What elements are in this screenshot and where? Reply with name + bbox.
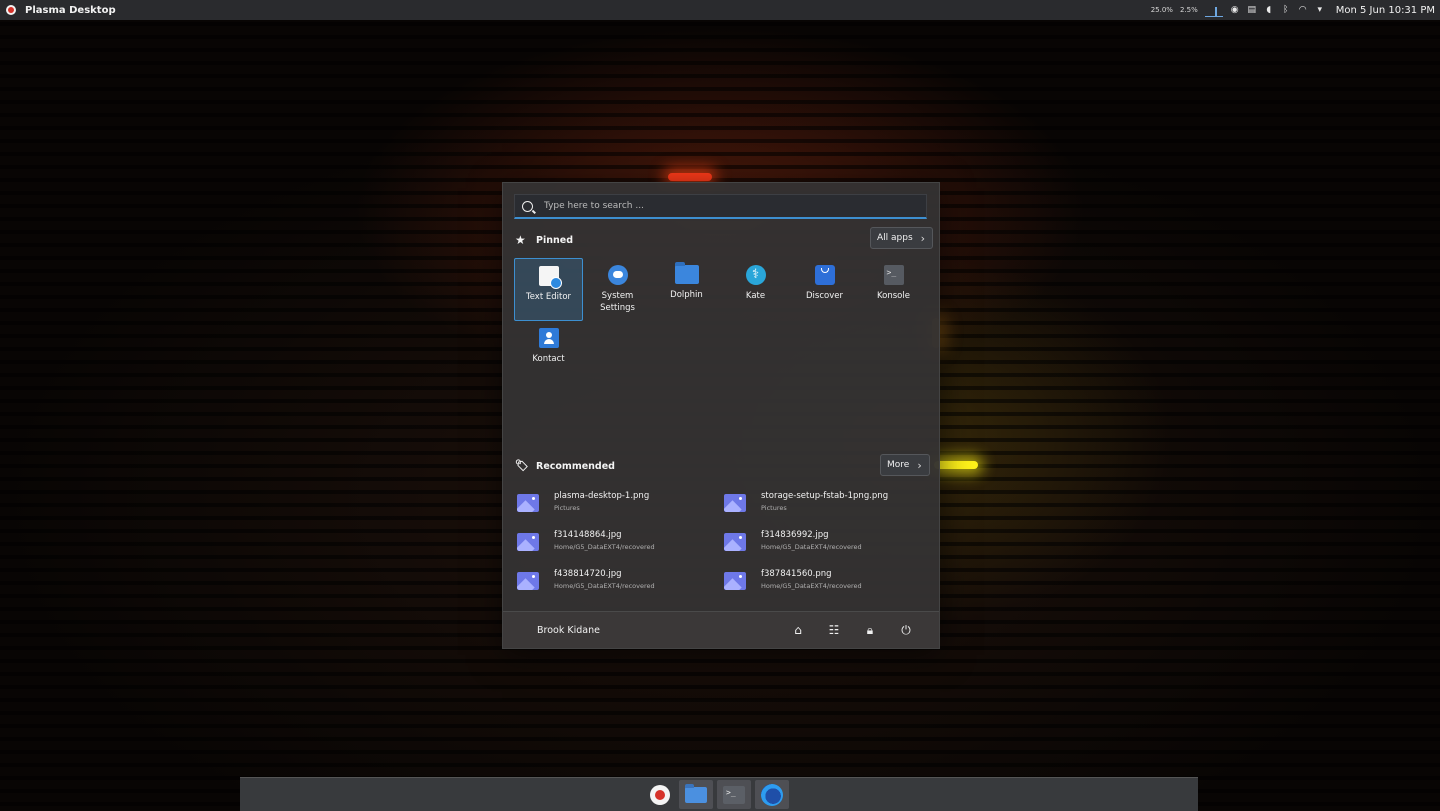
app-label: Kate [745,291,766,301]
file-path: Home/G5_DataEXT4/recovered [554,582,655,590]
more-button[interactable]: More › [880,454,930,476]
bluetooth-icon[interactable]: ᛒ [1281,5,1291,15]
file-name: f314148864.jpg [554,530,622,540]
file-path: Pictures [761,504,787,512]
home-icon[interactable]: ⌂ [790,622,806,638]
top-panel: Plasma Desktop 25.0% 2.5% ◉ ▤ ◖ ᛒ ◠ ▾ Mo… [0,0,1440,20]
image-file-icon [724,533,746,551]
all-apps-label: All apps [877,233,913,243]
taskbar-dock: >_ [240,777,1198,811]
graph-icon[interactable] [1204,4,1223,17]
file-name: storage-setup-fstab-1png.png [761,491,889,501]
image-file-icon [517,533,539,551]
dock-file-manager[interactable] [679,780,713,809]
pinned-app-dolphin[interactable]: Dolphin [652,258,721,321]
image-file-icon [517,494,539,512]
tag-icon: 🏷 [515,459,529,472]
recommended-label: Recommended [536,460,615,472]
system-settings-icon [607,265,628,285]
pinned-app-konsole[interactable]: Konsole [859,258,928,321]
wifi-icon[interactable]: ◠ [1298,5,1308,15]
file-path: Pictures [554,504,580,512]
file-name: plasma-desktop-1.png [554,491,650,501]
wallpaper-yellow-light [934,461,978,469]
dock-firefox[interactable] [755,780,789,809]
recent-file[interactable]: plasma-desktop-1.png Pictures [517,489,717,521]
all-apps-button[interactable]: All apps › [870,227,934,249]
image-file-icon [517,572,539,590]
wallpaper-red-light [668,173,712,181]
recent-file[interactable]: f314836992.jpg Home/G5_DataEXT4/recovere… [724,528,924,560]
recent-file[interactable]: f314148864.jpg Home/G5_DataEXT4/recovere… [517,528,717,560]
active-window-title: Plasma Desktop [25,4,116,16]
app-label: Dolphin [670,290,703,300]
user-name[interactable]: Brook Kidane [537,625,600,636]
file-name: f387841560.png [761,569,832,579]
search-icon [522,200,533,212]
search-box[interactable] [514,194,927,219]
app-label: System Settings [600,291,635,313]
pinned-app-system-settings[interactable]: System Settings [583,258,652,321]
recent-file[interactable]: f387841560.png Home/G5_DataEXT4/recovere… [724,567,924,599]
clipboard-icon[interactable]: ▤ [1247,5,1257,15]
app-label: Discover [806,291,843,301]
launcher-icon [650,784,670,805]
more-label: More [887,460,910,470]
application-launcher-icon[interactable] [6,5,16,15]
expand-icon[interactable]: ▾ [1315,5,1325,15]
file-manager-icon [685,783,707,803]
kontact-icon [538,328,559,348]
recommended-header: 🏷 Recommended [515,460,615,472]
cpu-usage[interactable]: 25.0% [1151,6,1173,14]
file-name: f438814720.jpg [554,569,622,579]
file-path: Home/G5_DataEXT4/recovered [554,543,655,551]
discover-icon [814,265,835,285]
system-tray: 25.0% 2.5% ◉ ▤ ◖ ᛒ ◠ ▾ Mon 5 Jun 10:31 P… [1151,4,1440,17]
pinned-app-kate[interactable]: Kate [721,258,790,321]
chevron-right-icon: › [917,458,922,472]
volume-icon[interactable]: ◖ [1264,5,1274,15]
clock[interactable]: Mon 5 Jun 10:31 PM [1336,5,1435,16]
dock-launcher[interactable] [643,780,677,809]
recent-file[interactable]: storage-setup-fstab-1png.png Pictures [724,489,924,521]
settings-sliders-icon[interactable]: ☷ [826,622,842,638]
disk-icon[interactable]: ◉ [1230,5,1240,15]
file-path: Home/G5_DataEXT4/recovered [761,582,862,590]
power-icon[interactable]: ⏻ [898,622,914,638]
memory-usage[interactable]: 2.5% [1180,6,1198,14]
app-label: Konsole [877,291,910,301]
menu-footer: Brook Kidane ⌂ ☷ 🔒︎ ⏻ [503,611,939,648]
terminal-icon: >_ [723,785,745,804]
pinned-header: ★ Pinned [515,234,573,246]
chevron-right-icon: › [920,231,926,245]
application-menu: ★ Pinned All apps › Text Editor System S… [502,182,940,649]
pinned-app-kontact[interactable]: Kontact [514,321,583,384]
app-label: Text Editor [525,292,572,302]
text-editor-icon [538,266,562,289]
image-file-icon [724,494,746,512]
search-input[interactable] [542,200,906,212]
firefox-icon [761,783,783,806]
image-file-icon [724,572,746,590]
pinned-app-discover[interactable]: Discover [790,258,859,321]
pinned-label: Pinned [536,234,573,246]
dock-terminal[interactable]: >_ [717,780,751,809]
lock-icon[interactable]: 🔒︎ [862,622,878,638]
konsole-icon [883,265,904,285]
file-path: Home/G5_DataEXT4/recovered [761,543,862,551]
star-icon: ★ [515,233,526,247]
recent-file[interactable]: f438814720.jpg Home/G5_DataEXT4/recovere… [517,567,717,599]
app-label: Kontact [532,354,565,364]
kate-icon [745,265,766,285]
file-name: f314836992.jpg [761,530,829,540]
pinned-app-text-editor[interactable]: Text Editor [514,258,583,321]
dolphin-icon [674,262,699,284]
